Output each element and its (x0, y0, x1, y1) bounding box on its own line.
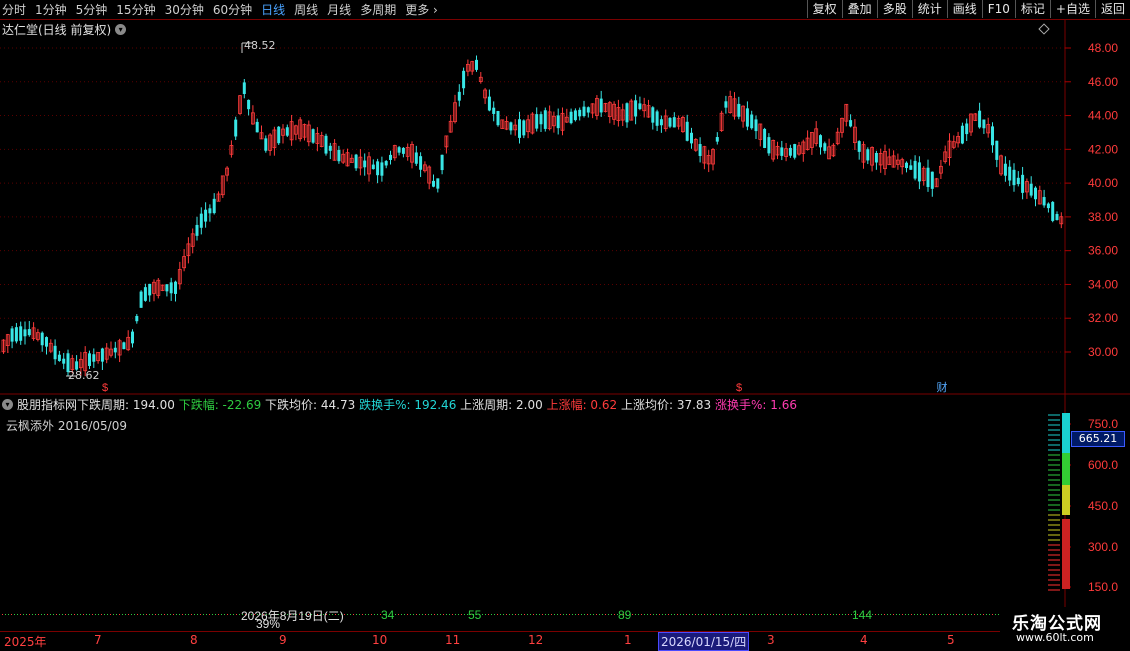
period-tab-3[interactable]: 15分钟 (116, 1, 155, 18)
date-label-1: 7 (94, 633, 102, 647)
tool-button-0[interactable]: 复权 (806, 0, 842, 18)
period-tab-9[interactable]: 多周期 (360, 1, 396, 18)
sub-bottom-label-3: 89 (618, 608, 632, 622)
tool-button-5[interactable]: F10 (981, 0, 1015, 18)
y-tick-0: 48.00 (1088, 41, 1118, 55)
y-tick-6: 36.00 (1088, 244, 1118, 258)
period-tab-4[interactable]: 30分钟 (165, 1, 204, 18)
sub-bottom-label-4: 144 (852, 608, 872, 622)
high-price-value: 48.52 (244, 39, 276, 52)
period-tab-2[interactable]: 5分钟 (76, 1, 108, 18)
date-label-8: 2026/01/15/四 (658, 632, 750, 651)
y-tick-1: 46.00 (1088, 75, 1118, 89)
period-tab-8[interactable]: 月线 (327, 1, 351, 18)
tool-buttons: 复权 叠加 多股 统计 画线 F10 标记 +自选 返回 (806, 0, 1130, 19)
date-label-3: 9 (279, 633, 287, 647)
period-tab-5[interactable]: 60分钟 (213, 1, 252, 18)
sub-y-tick-0: 750.0 (1088, 417, 1118, 431)
tool-button-2[interactable]: 多股 (876, 0, 912, 18)
marker-0[interactable]: $ (102, 382, 108, 394)
period-tab-0[interactable]: 分时 (2, 1, 26, 18)
date-label-9: 3 (767, 633, 775, 647)
current-value-badge: 665.21 (1071, 431, 1125, 447)
y-tick-3: 42.00 (1088, 142, 1118, 156)
sub-y-tick-2: 450.0 (1088, 499, 1118, 513)
tool-button-4[interactable]: 画线 (946, 0, 982, 18)
period-tab-1[interactable]: 1分钟 (35, 1, 67, 18)
date-label-10: 4 (860, 633, 868, 647)
watermark: 乐淘公式网 www.60lt.com (1000, 607, 1130, 650)
date-label-5: 11 (445, 633, 461, 647)
low-price-label: 28.62 (68, 369, 100, 382)
tool-button-6[interactable]: 标记 (1014, 0, 1050, 18)
watermark-url: www.60lt.com (1016, 631, 1094, 644)
marker-1[interactable]: $ (736, 382, 742, 394)
date-label-4: 10 (372, 633, 388, 647)
sub-y-tick-3: 300.0 (1088, 540, 1118, 554)
marker-2[interactable]: 财 (937, 380, 948, 394)
y-tick-2: 44.00 (1088, 109, 1118, 123)
date-label-11: 5 (947, 633, 955, 647)
high-price-label: 48.52 (244, 39, 276, 52)
y-tick-8: 32.00 (1088, 311, 1118, 325)
sub-y-tick-4: 150.0 (1088, 580, 1118, 594)
low-price-value: 28.62 (68, 369, 100, 382)
period-tab-7[interactable]: 周线 (294, 1, 318, 18)
date-label-7: 1 (624, 633, 632, 647)
period-tabs: 分时 1分钟 5分钟 15分钟 30分钟 60分钟 日线 周线 月线 多周期 更多 › (2, 0, 447, 19)
top-toolbar: 分时 1分钟 5分钟 15分钟 30分钟 60分钟 日线 周线 月线 多周期 更多 › 复权 叠加 多股… (0, 0, 1130, 20)
sub-y-tick-1: 600.0 (1088, 458, 1118, 472)
period-tab-10[interactable]: 更多 › (405, 1, 438, 18)
tool-button-8[interactable]: 返回 (1094, 0, 1130, 18)
sub-bottom-label-5: 39% (256, 617, 280, 630)
kline-chart[interactable]: 48.00 46.00 44.00 42.00 40.00 38.00 36.00 34.00… (0, 20, 1130, 395)
y-tick-4: 40.00 (1088, 176, 1118, 190)
indicator-chart[interactable]: 750.0600.0450.0300.0150.0 2026年8月19日(二) 3… (0, 395, 1130, 630)
date-label-6: 12 (528, 633, 544, 647)
date-label-0: 2025年 (4, 635, 47, 649)
y-tick-5: 38.00 (1088, 210, 1118, 224)
y-tick-7: 34.00 (1088, 277, 1118, 291)
tool-button-1[interactable]: 叠加 (841, 0, 877, 18)
sub-bottom-label-2: 55 (468, 608, 482, 622)
date-axis: 2025年 7 8 9 10 11 12 1 2026/01/15/四 3 4 5 (0, 631, 1130, 651)
y-tick-9: 30.00 (1088, 345, 1118, 359)
period-tab-6[interactable]: 日线 (261, 1, 285, 18)
date-label-2: 8 (190, 633, 198, 647)
sub-bottom-label-1: 34 (381, 608, 395, 622)
tool-button-3[interactable]: 统计 (911, 0, 947, 18)
tool-button-7[interactable]: +自选 (1049, 0, 1095, 18)
